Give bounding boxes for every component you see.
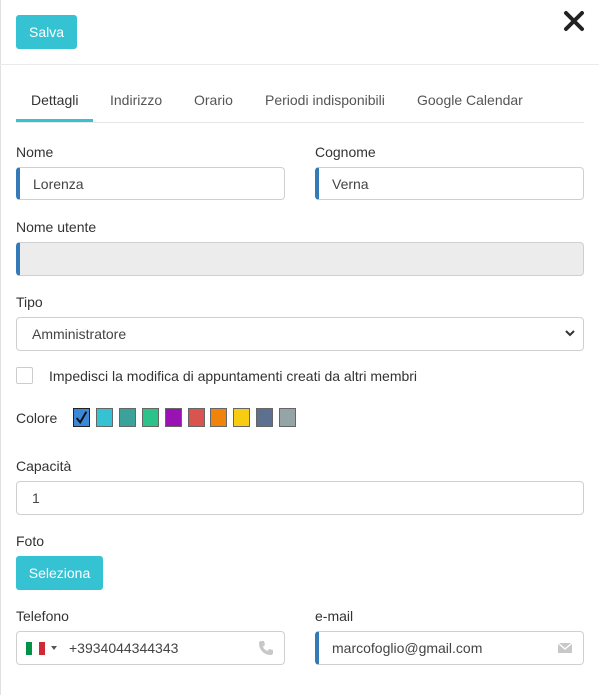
email-value: marcofoglio@gmail.com (332, 640, 483, 656)
tab-orario[interactable]: Orario (179, 78, 248, 120)
colore-label: Colore (16, 410, 58, 426)
close-icon[interactable] (563, 10, 585, 32)
nome-utente-input[interactable] (16, 242, 584, 276)
modal-left-edge (0, 0, 1, 695)
color-swatch[interactable] (279, 408, 296, 427)
telefono-input[interactable]: +3934044344343 (16, 631, 285, 665)
color-swatch[interactable] (142, 408, 159, 427)
capacita-input[interactable]: 1 (16, 481, 584, 515)
italy-flag-icon[interactable] (26, 642, 45, 655)
color-swatch[interactable] (233, 408, 250, 427)
envelope-icon (557, 642, 573, 653)
tab-dettagli[interactable]: Dettagli (16, 78, 94, 122)
checkmark-icon (75, 411, 88, 425)
country-dropdown-caret[interactable] (51, 646, 57, 650)
foto-label: Foto (16, 533, 45, 549)
seleziona-button[interactable]: Seleziona (16, 556, 103, 590)
tipo-select[interactable]: Amministratore (16, 317, 584, 351)
color-swatch[interactable] (119, 408, 136, 427)
cognome-value: Verna (332, 175, 369, 192)
nome-input[interactable]: Lorenza (16, 167, 285, 200)
color-swatch[interactable] (96, 408, 113, 427)
nome-label: Nome (16, 144, 54, 160)
nome-utente-label: Nome utente (16, 219, 97, 235)
tab-google-calendar[interactable]: Google Calendar (402, 78, 538, 120)
impedisci-checkbox[interactable] (16, 367, 33, 384)
save-button[interactable]: Salva (16, 15, 77, 49)
color-swatch[interactable] (210, 408, 227, 427)
impedisci-label: Impedisci la modifica di appuntamenti cr… (49, 368, 418, 384)
cognome-label: Cognome (315, 144, 376, 160)
color-swatch[interactable] (165, 408, 182, 427)
email-label: e-mail (315, 608, 354, 624)
capacita-value: 1 (32, 490, 40, 506)
header-divider (0, 64, 599, 65)
tab-indirizzo[interactable]: Indirizzo (95, 78, 177, 120)
color-swatch[interactable] (256, 408, 273, 427)
color-swatch[interactable] (73, 408, 90, 427)
chevron-down-icon (565, 330, 575, 337)
tipo-label: Tipo (16, 294, 43, 310)
cognome-input[interactable]: Verna (315, 167, 584, 200)
tab-bar: Dettagli Indirizzo Orario Periodi indisp… (16, 78, 584, 123)
telefono-label: Telefono (16, 608, 69, 624)
phone-icon (259, 641, 273, 655)
capacita-label: Capacità (16, 458, 72, 474)
telefono-value: +3934044344343 (69, 640, 179, 656)
tab-periodi-indisponibili[interactable]: Periodi indisponibili (250, 78, 400, 120)
email-input[interactable]: marcofoglio@gmail.com (315, 631, 584, 665)
color-swatch[interactable] (188, 408, 205, 427)
nome-value: Lorenza (33, 175, 84, 192)
tipo-value: Amministratore (32, 326, 127, 342)
